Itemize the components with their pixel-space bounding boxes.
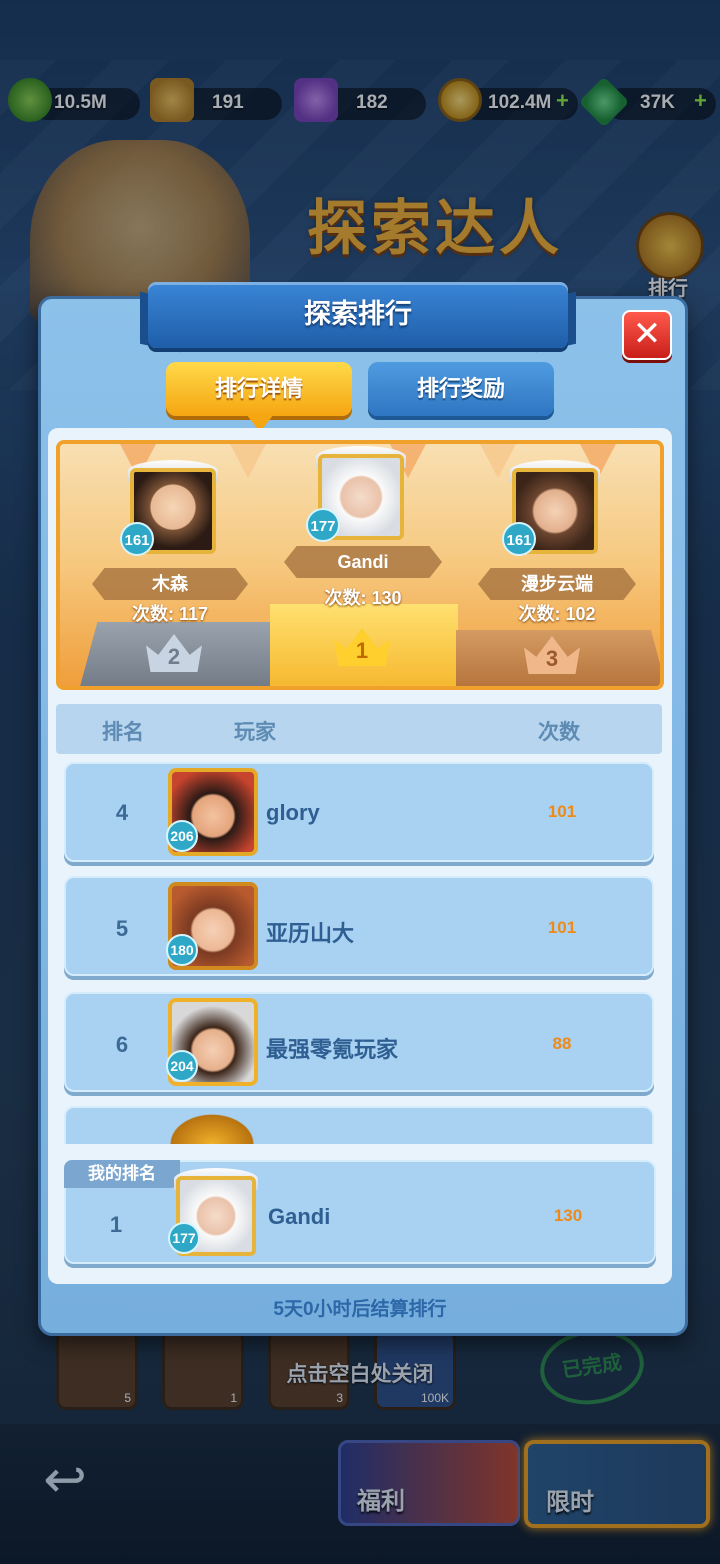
level-badge: 204 <box>166 1050 198 1082</box>
my-rank-tag: 我的排名 <box>64 1160 180 1188</box>
dialog-title: 探索排行 <box>304 299 412 329</box>
table-row-partial[interactable] <box>64 1106 654 1144</box>
row-rank: 4 <box>115 800 129 825</box>
my-name: Gandi <box>268 1204 331 1229</box>
header-player: 玩家 <box>234 721 276 744</box>
my-rank-number: 1 <box>109 1212 123 1237</box>
level-badge: 177 <box>168 1222 200 1254</box>
first-place-name: Gandi <box>284 546 442 578</box>
header-count: 次数 <box>538 721 580 744</box>
dragon-frame-icon <box>164 1110 260 1144</box>
close-button[interactable]: ✕ <box>622 310 672 360</box>
player-name: glory <box>266 800 320 825</box>
tab-ranking-rewards[interactable]: 排行奖励 <box>368 362 554 416</box>
tab-ranking-details[interactable]: 排行详情 <box>166 362 352 416</box>
row-rank: 5 <box>115 916 129 941</box>
podium: 2 1 3 161 木森 次数: 117 177 Gandi 次数: 130 1… <box>56 440 664 690</box>
second-place-count: 次数: 117 <box>131 604 209 624</box>
third-place-count: 次数: 102 <box>518 604 596 624</box>
close-icon: ✕ <box>632 315 662 353</box>
level-badge: 177 <box>306 508 340 542</box>
second-place-name: 木森 <box>92 568 248 600</box>
level-badge: 206 <box>166 820 198 852</box>
my-count: 130 <box>553 1206 583 1225</box>
player-name: 亚历山大 <box>266 921 355 946</box>
settlement-countdown: 5天0小时后结算排行 <box>273 1299 447 1320</box>
first-place-count: 次数: 130 <box>324 588 402 608</box>
player-name: 最强零氪玩家 <box>266 1037 399 1062</box>
header-rank: 排名 <box>102 721 144 744</box>
player-count: 101 <box>547 802 577 821</box>
level-badge: 180 <box>166 934 198 966</box>
third-place-name: 漫步云端 <box>478 568 636 600</box>
player-count: 88 <box>552 1034 572 1053</box>
row-rank: 6 <box>115 1032 129 1057</box>
level-badge: 161 <box>120 522 154 556</box>
level-badge: 161 <box>502 522 536 556</box>
player-count: 101 <box>547 918 577 937</box>
pennant <box>230 444 266 478</box>
